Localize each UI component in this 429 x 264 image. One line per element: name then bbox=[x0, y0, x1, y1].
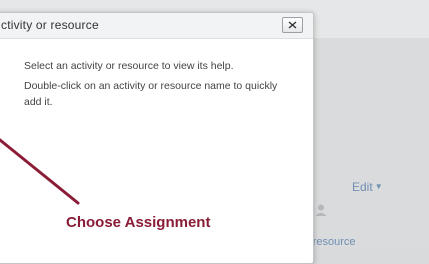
annotation-label: Choose Assignment bbox=[66, 214, 211, 231]
annotation-arrow bbox=[0, 138, 80, 205]
